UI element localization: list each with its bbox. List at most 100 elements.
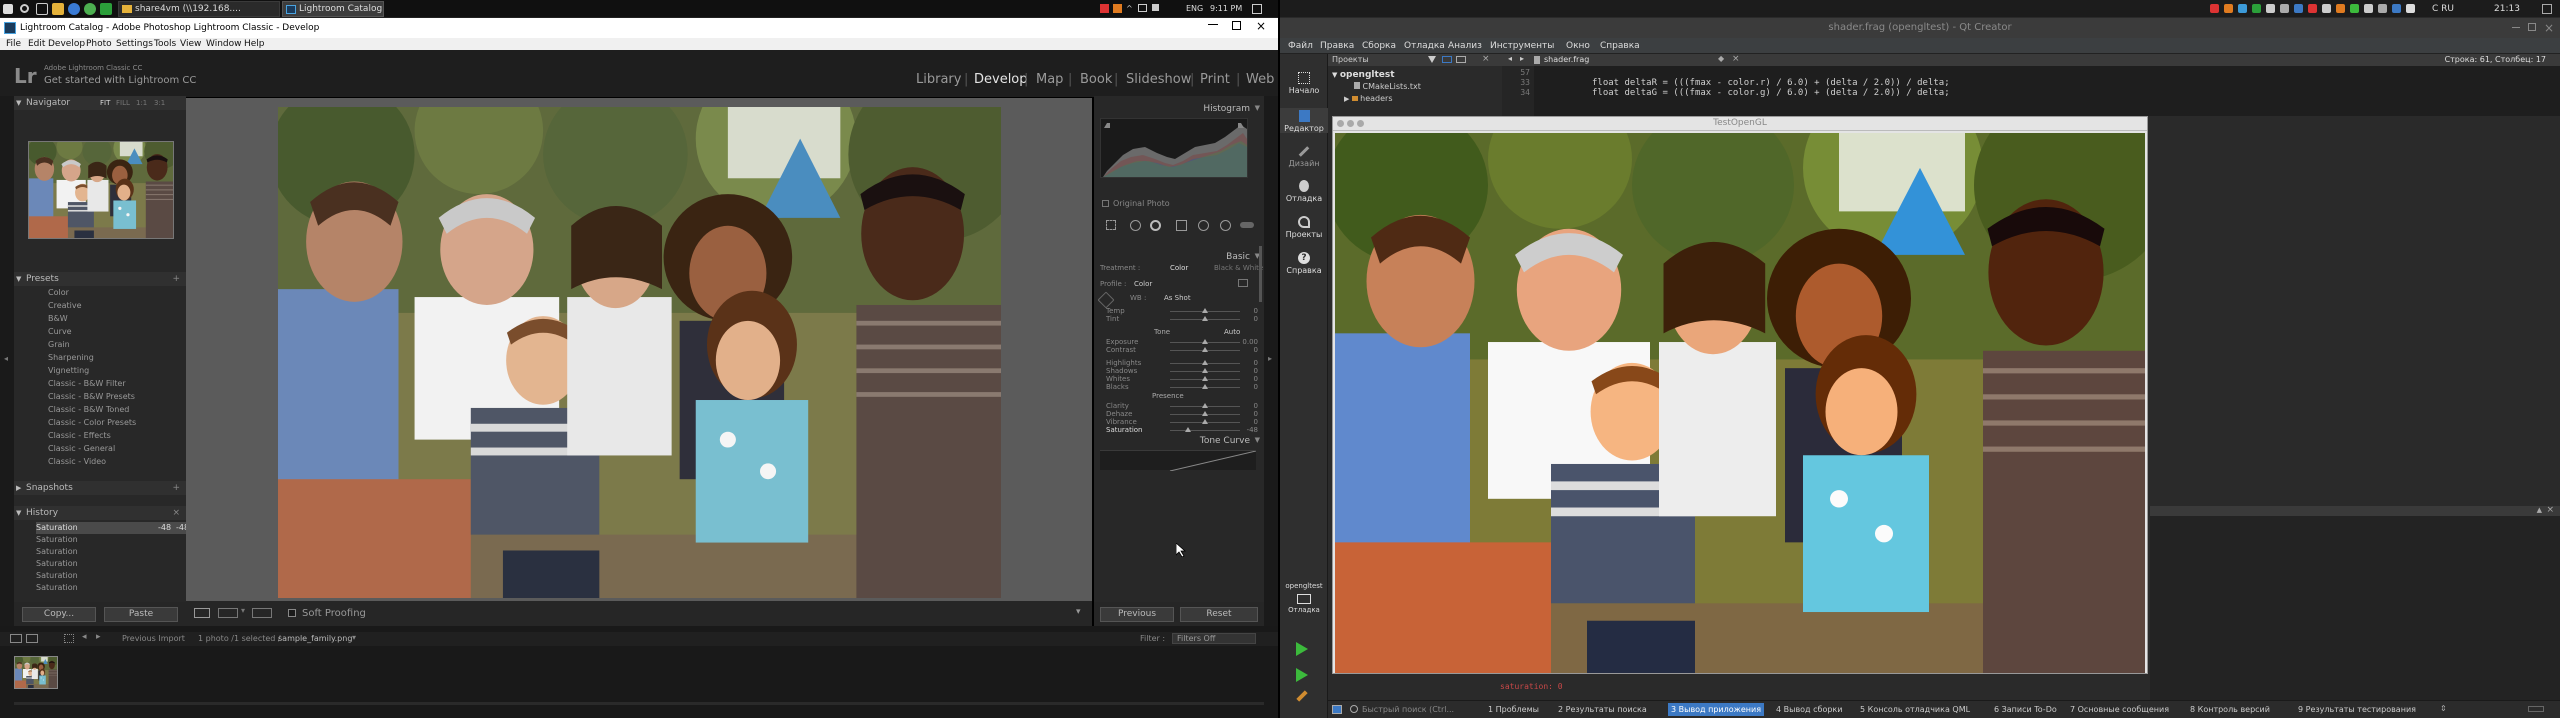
collapse-left-icon[interactable]: ◂ bbox=[4, 354, 8, 363]
history-row[interactable]: Saturation bbox=[36, 570, 186, 582]
ref-view-icon[interactable] bbox=[252, 608, 272, 618]
split-icon[interactable] bbox=[1456, 56, 1466, 63]
tray-orange-icon[interactable] bbox=[1113, 4, 1122, 13]
output-tab[interactable]: 9 Результаты тестирования bbox=[2298, 705, 2416, 714]
tray-app-icon[interactable] bbox=[2210, 4, 2219, 13]
tray-app-icon[interactable] bbox=[2392, 4, 2401, 13]
debug-run-icon[interactable] bbox=[1296, 668, 1308, 682]
tray-app-icon[interactable] bbox=[2280, 4, 2289, 13]
mode-design[interactable]: Дизайн bbox=[1280, 146, 1328, 168]
preset-folder[interactable]: Creative bbox=[48, 301, 82, 310]
output-tab[interactable]: 8 Контроль версий bbox=[2190, 705, 2270, 714]
search-icon[interactable] bbox=[20, 4, 29, 13]
panel-clock[interactable]: 21:13 bbox=[2494, 4, 2520, 14]
mode-editor[interactable]: Редактор bbox=[1280, 108, 1328, 133]
forward-arrow-icon[interactable]: ▸ bbox=[96, 632, 101, 642]
slider-saturation[interactable]: Saturation -48 bbox=[1100, 424, 1258, 436]
tray-app-icon[interactable] bbox=[2336, 4, 2345, 13]
menu-edit[interactable]: Edit bbox=[28, 39, 45, 49]
history-row[interactable]: Saturation bbox=[36, 558, 186, 570]
chrome-icon[interactable] bbox=[84, 3, 96, 15]
build-icon[interactable] bbox=[1296, 690, 1308, 702]
slider-thumb[interactable] bbox=[1202, 347, 1208, 352]
module-web[interactable]: Web bbox=[1246, 72, 1274, 87]
slider-thumb[interactable] bbox=[1185, 427, 1192, 432]
slider-value[interactable]: 0 bbox=[1254, 381, 1258, 393]
tray-app-icon[interactable] bbox=[2308, 4, 2317, 13]
filmstrip-thumbnail[interactable] bbox=[14, 656, 58, 689]
right-panel-scrollbar[interactable] bbox=[1259, 246, 1262, 302]
slider-value[interactable]: -48 bbox=[1247, 424, 1258, 436]
qt-close-icon[interactable]: × bbox=[2544, 18, 2554, 38]
history-row[interactable]: Saturation -48 -48 bbox=[36, 522, 189, 534]
add-snapshot-icon[interactable]: + bbox=[172, 481, 180, 495]
mode-help[interactable]: ? Справка bbox=[1280, 252, 1328, 275]
notification-icon[interactable] bbox=[1252, 4, 1262, 14]
secondary-window-icon[interactable] bbox=[10, 634, 22, 643]
previous-button[interactable]: Previous bbox=[1100, 607, 1174, 622]
tree-item-project[interactable]: ▼ opengltest bbox=[1332, 70, 1395, 80]
output-tab[interactable]: 2 Результаты поиска bbox=[1558, 705, 1647, 714]
tray-app-icon[interactable] bbox=[2266, 4, 2275, 13]
loupe-view-icon[interactable] bbox=[194, 608, 210, 618]
gl-render-output[interactable] bbox=[1335, 133, 2145, 673]
module-book[interactable]: Book bbox=[1080, 72, 1112, 87]
clear-history-icon[interactable]: × bbox=[172, 506, 180, 520]
slider-contrast[interactable]: Contrast 0 bbox=[1100, 344, 1258, 356]
preset-folder[interactable]: Grain bbox=[48, 340, 70, 349]
paste-button[interactable]: Paste bbox=[104, 607, 178, 622]
qt-menu-file[interactable]: Файл bbox=[1288, 41, 1313, 51]
volume-icon[interactable] bbox=[1152, 4, 1159, 11]
lightroom-image-area[interactable] bbox=[186, 98, 1092, 601]
nav-forward-icon[interactable]: ▸ bbox=[1520, 54, 1524, 63]
history-row[interactable]: Saturation bbox=[36, 582, 186, 594]
navigator-preview[interactable] bbox=[28, 141, 174, 239]
panel-menu-icon[interactable] bbox=[2542, 4, 2552, 14]
qt-menu-build[interactable]: Сборка bbox=[1362, 41, 1396, 51]
preset-folder[interactable]: Classic - B&W Filter bbox=[48, 379, 126, 388]
output-tab[interactable]: 6 Записи To-Do bbox=[1994, 705, 2057, 714]
mode-welcome[interactable]: Начало bbox=[1280, 72, 1328, 95]
lr-getstarted[interactable]: Get started with Lightroom CC bbox=[44, 75, 196, 86]
minimize-icon[interactable] bbox=[1208, 24, 1218, 25]
navigator-header[interactable]: ▼ Navigator FIT FILL 1:1 3:1 bbox=[14, 96, 186, 110]
module-print[interactable]: Print bbox=[1200, 72, 1230, 87]
qt-code-editor[interactable]: 57 33 34 float deltaR = (((fmax - color.… bbox=[1502, 66, 2560, 116]
qt-menu-edit[interactable]: Правка bbox=[1320, 41, 1354, 51]
filmstrip-scrollbar[interactable] bbox=[14, 702, 1264, 705]
toggle-sidebar-icon[interactable] bbox=[1332, 705, 1342, 714]
preset-folder[interactable]: Curve bbox=[48, 327, 72, 336]
slider-value[interactable]: 0 bbox=[1254, 313, 1258, 325]
menu-file[interactable]: File bbox=[6, 39, 21, 49]
menu-window[interactable]: Window bbox=[206, 39, 242, 49]
preset-folder[interactable]: Color bbox=[48, 288, 69, 297]
code-line[interactable]: float deltaR = (((fmax - color.r) / 6.0)… bbox=[1592, 78, 1950, 88]
nav-zoom-fill[interactable]: FILL bbox=[116, 96, 130, 110]
preset-folder[interactable]: Classic - Video bbox=[48, 457, 106, 466]
tree-item-headers[interactable]: ▶ headers bbox=[1344, 94, 1393, 103]
preset-folder[interactable]: B&W bbox=[48, 314, 68, 323]
history-row[interactable]: Saturation bbox=[36, 546, 186, 558]
previous-import-label[interactable]: Previous Import bbox=[122, 634, 185, 643]
taskbar-window-share[interactable]: share4vm (\\192.168.... bbox=[118, 1, 280, 17]
tray-app-icon[interactable] bbox=[2252, 4, 2261, 13]
qt-minimize-icon[interactable] bbox=[2512, 27, 2520, 28]
code-line[interactable]: float deltaG = (((fmax - color.g) / 6.0)… bbox=[1592, 88, 1950, 98]
kit-selector[interactable]: opengltest Отладка bbox=[1280, 582, 1328, 614]
nav-zoom-3-1[interactable]: 3:1 bbox=[154, 96, 165, 110]
preset-folder[interactable]: Sharpening bbox=[48, 353, 94, 362]
output-tab[interactable]: 4 Вывод сборки bbox=[1776, 705, 1842, 714]
before-after-icon[interactable] bbox=[218, 608, 238, 618]
tray-app-icon[interactable] bbox=[2294, 4, 2303, 13]
right-panel-edge[interactable]: ▸ bbox=[1264, 96, 1278, 626]
opengl-test-window[interactable]: TestOpenGL bbox=[1332, 116, 2148, 674]
open-document[interactable]: shader.frag bbox=[1544, 55, 1589, 64]
menu-help[interactable]: Help bbox=[244, 39, 265, 49]
add-preset-icon[interactable]: + bbox=[172, 272, 180, 286]
snapshots-header[interactable]: ▶ Snapshots + bbox=[14, 481, 186, 495]
status-up-icon[interactable]: ⇕ bbox=[2440, 704, 2447, 713]
explorer-icon[interactable] bbox=[52, 3, 64, 15]
pane-maximize-icon[interactable]: ▲ bbox=[2537, 506, 2542, 514]
task-view-icon[interactable] bbox=[36, 3, 48, 15]
close-icon[interactable]: × bbox=[1256, 19, 1266, 33]
